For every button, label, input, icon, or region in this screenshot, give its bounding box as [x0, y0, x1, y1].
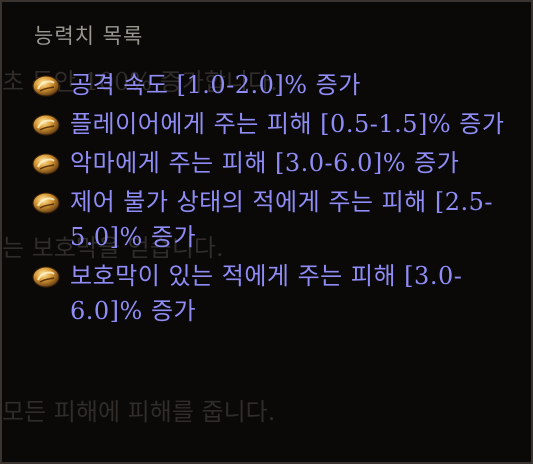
gem-icon — [32, 75, 60, 97]
ghost-line: 모든 피해에 피해를 줍니다. — [2, 398, 276, 426]
gem-icon — [32, 192, 60, 214]
affix-text: 플레이어에게 주는 피해 [0.5-1.5]% 증가 — [70, 110, 505, 138]
affix-text: 보호막이 있는 적에게 주는 피해 [3.0-6.0]% 증가 — [70, 262, 463, 325]
affix-item: 공격 속도 [1.0-2.0]% 증가 — [30, 68, 510, 103]
affix-text: 악마에게 주는 피해 [3.0-6.0]% 증가 — [70, 149, 460, 177]
stats-tooltip: 초 동안 100% 증가합니다. 는 보호막을 얻습니다. 모든 피해에 피해를… — [0, 0, 533, 464]
gem-icon — [32, 266, 60, 288]
affix-item: 악마에게 주는 피해 [3.0-6.0]% 증가 — [30, 146, 510, 181]
affix-item: 보호막이 있는 적에게 주는 피해 [3.0-6.0]% 증가 — [30, 259, 510, 329]
panel-title: 능력치 목록 — [34, 24, 144, 48]
affix-item: 플레이어에게 주는 피해 [0.5-1.5]% 증가 — [30, 107, 510, 142]
affix-item: 제어 불가 상태의 적에게 주는 피해 [2.5-5.0]% 증가 — [30, 185, 510, 255]
affix-text: 공격 속도 [1.0-2.0]% 증가 — [70, 71, 361, 99]
affix-text: 제어 불가 상태의 적에게 주는 피해 [2.5-5.0]% 증가 — [70, 188, 494, 251]
gem-icon — [32, 114, 60, 136]
affix-list: 공격 속도 [1.0-2.0]% 증가 플레이어에게 주는 피해 [0.5-1.… — [30, 68, 510, 333]
gem-icon — [32, 153, 60, 175]
